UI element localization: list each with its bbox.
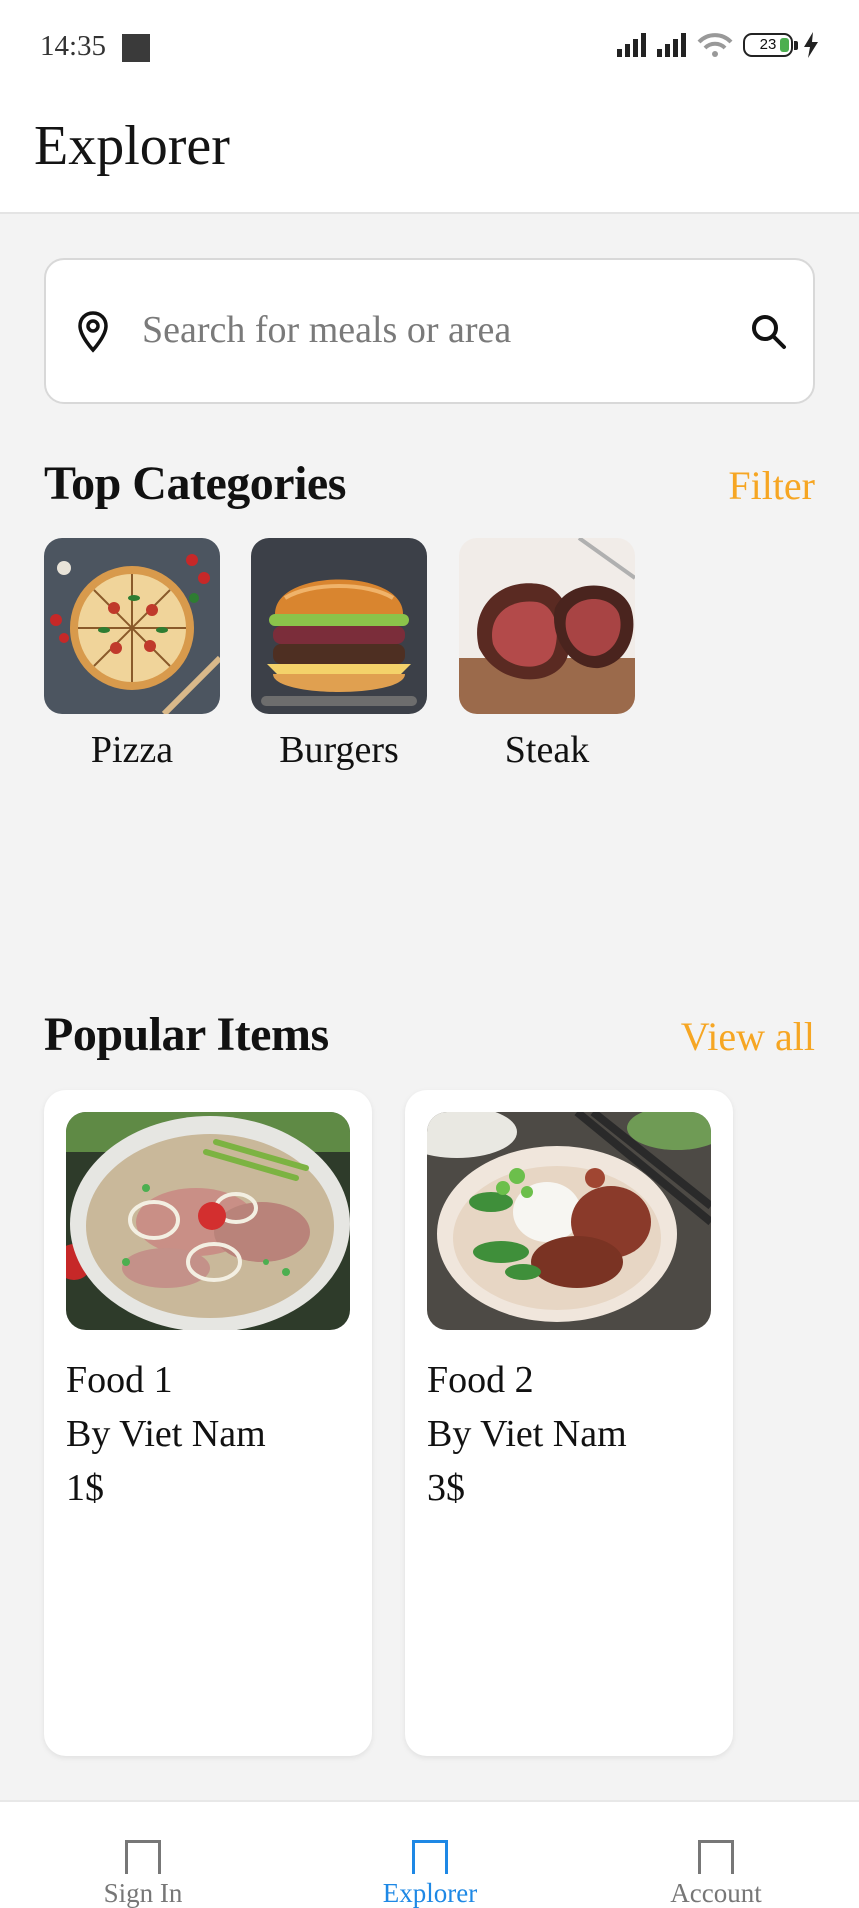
battery-icon: 23 [743,33,798,57]
charging-icon [804,32,818,58]
food-image [427,1112,711,1330]
search-input[interactable]: Search for meals or area [44,258,815,404]
food-name: Food 2 [427,1359,534,1401]
food-card[interactable]: Food 2 By Viet Nam 3$ [405,1090,733,1756]
nav-label: Account [670,1878,762,1908]
food-card[interactable]: Food 1 By Viet Nam 1$ [44,1090,372,1756]
filter-link[interactable]: Filter [728,462,815,509]
nav-sign-in[interactable]: Sign In [43,1840,243,1908]
category-label: Pizza [90,729,174,771]
status-bar: 14:35 23 [0,0,859,96]
steak-image [459,538,635,714]
nav-label: Sign In [103,1878,183,1908]
bottom-navigation: Sign In Explorer Account [0,1800,859,1908]
nav-label: Explorer [382,1878,478,1908]
wifi-icon [697,33,733,57]
sign-in-icon [125,1840,161,1874]
category-label: Burgers [279,729,399,771]
category-label: Steak [504,729,590,771]
categories-title: Top Categories [44,457,346,510]
burger-image [251,538,427,714]
category-pizza[interactable]: Pizza [44,538,220,772]
category-burgers[interactable]: Burgers [251,538,427,772]
signal-icon [657,33,686,57]
battery-level: 23 [759,36,777,53]
food-origin: By Viet Nam [66,1413,266,1455]
search-placeholder: Search for meals or area [142,309,512,351]
view-all-link[interactable]: View all [681,1013,815,1060]
food-price: 3$ [427,1467,465,1509]
search-icon[interactable] [749,312,789,352]
location-pin-icon [78,311,108,353]
category-steak[interactable]: Steak [459,538,635,772]
pizza-image [44,538,220,714]
notification-icon [122,34,150,62]
food-origin: By Viet Nam [427,1413,627,1455]
popular-title: Popular Items [44,1008,329,1061]
food-image [66,1112,350,1330]
signal-icon [617,33,646,57]
nav-account[interactable]: Account [616,1840,816,1908]
food-price: 1$ [66,1467,104,1509]
status-time: 14:35 [40,30,107,62]
food-name: Food 1 [66,1359,173,1401]
page-title: Explorer [34,115,230,177]
app-bar: Explorer [0,96,859,214]
status-icons: 23 [617,32,819,58]
explorer-icon [412,1840,448,1874]
account-icon [698,1840,734,1874]
nav-explorer[interactable]: Explorer [330,1840,530,1908]
